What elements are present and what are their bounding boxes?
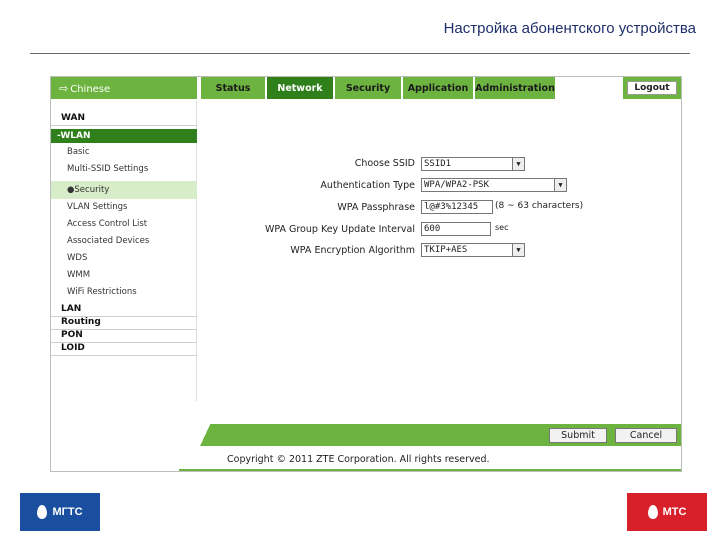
- choose-ssid-label: Choose SSID: [354, 158, 415, 169]
- cancel-button[interactable]: Cancel: [615, 428, 677, 443]
- encryption-label: WPA Encryption Algorithm: [290, 245, 415, 256]
- arrow-right-icon: ⇨: [59, 82, 69, 95]
- encryption-value: TKIP+AES: [424, 245, 468, 255]
- tab-label: Application: [407, 82, 469, 94]
- mts-logo: МТС: [627, 493, 707, 531]
- sidebar-item-basic[interactable]: Basic: [51, 147, 197, 157]
- sidebar-item-wmm[interactable]: WMM: [51, 270, 197, 280]
- choose-ssid-select[interactable]: SSID1 ▼: [421, 157, 525, 171]
- sidebar-item-pon[interactable]: PON: [51, 330, 197, 343]
- chevron-down-icon: ▼: [554, 179, 566, 191]
- tab-network[interactable]: Network: [267, 77, 335, 99]
- tab-label: Status: [215, 82, 251, 94]
- logout-area: Logout: [623, 77, 681, 99]
- sidebar-item-loid[interactable]: LOID: [51, 343, 197, 356]
- egg-icon: [647, 505, 658, 519]
- footer-bar-stripe: [179, 424, 221, 446]
- language-label: Chinese: [70, 84, 111, 95]
- group-key-input[interactable]: 600: [421, 222, 491, 236]
- language-switch[interactable]: ⇨ Chinese: [51, 77, 197, 99]
- tab-status[interactable]: Status: [201, 77, 267, 99]
- passphrase-hint: (8 ~ 63 characters): [495, 201, 584, 211]
- slide-title: Настройка абонентского устройства: [443, 20, 696, 37]
- tab-label: Administration: [475, 82, 555, 94]
- copyright-text: Copyright © 2011 ZTE Corporation. All ri…: [227, 454, 490, 465]
- chevron-down-icon: ▼: [512, 158, 524, 170]
- passphrase-input[interactable]: l@#3%12345: [421, 200, 493, 214]
- tab-application[interactable]: Application: [403, 77, 475, 99]
- main-nav: Status Network Security Application Admi…: [201, 77, 557, 99]
- sidebar-item-lan[interactable]: LAN: [51, 304, 197, 317]
- sidebar-item-wlan[interactable]: -WLAN: [51, 129, 197, 143]
- tab-administration[interactable]: Administration: [475, 77, 557, 99]
- mts-logo-text: МТС: [662, 506, 687, 518]
- tab-label: Security: [345, 82, 391, 94]
- sidebar-item-routing[interactable]: Routing: [51, 317, 197, 330]
- mgts-logo: МГТС: [20, 493, 100, 531]
- sidebar-item-wifi-restrictions[interactable]: WiFi Restrictions: [51, 287, 197, 297]
- logout-button[interactable]: Logout: [627, 81, 677, 95]
- egg-icon: [37, 505, 48, 519]
- tab-label: Network: [277, 82, 323, 94]
- mgts-logo-text: МГТС: [52, 506, 83, 518]
- group-key-label: WPA Group Key Update Interval: [264, 224, 415, 235]
- router-admin-frame: ⇨ Chinese Status Network Security Applica…: [50, 76, 682, 472]
- submit-button[interactable]: Submit: [549, 428, 607, 443]
- auth-type-select[interactable]: WPA/WPA2-PSK ▼: [421, 178, 567, 192]
- group-key-unit: sec: [495, 223, 509, 232]
- choose-ssid-value: SSID1: [424, 159, 452, 169]
- footer-line: [179, 469, 681, 471]
- chevron-down-icon: ▼: [512, 244, 524, 256]
- auth-type-value: WPA/WPA2-PSK: [424, 180, 490, 190]
- sidebar-item-wan[interactable]: WAN: [51, 113, 197, 126]
- passphrase-label: WPA Passphrase: [337, 202, 415, 213]
- title-rule: [30, 53, 690, 54]
- tab-security[interactable]: Security: [335, 77, 403, 99]
- auth-type-label: Authentication Type: [320, 180, 415, 191]
- encryption-select[interactable]: TKIP+AES ▼: [421, 243, 525, 257]
